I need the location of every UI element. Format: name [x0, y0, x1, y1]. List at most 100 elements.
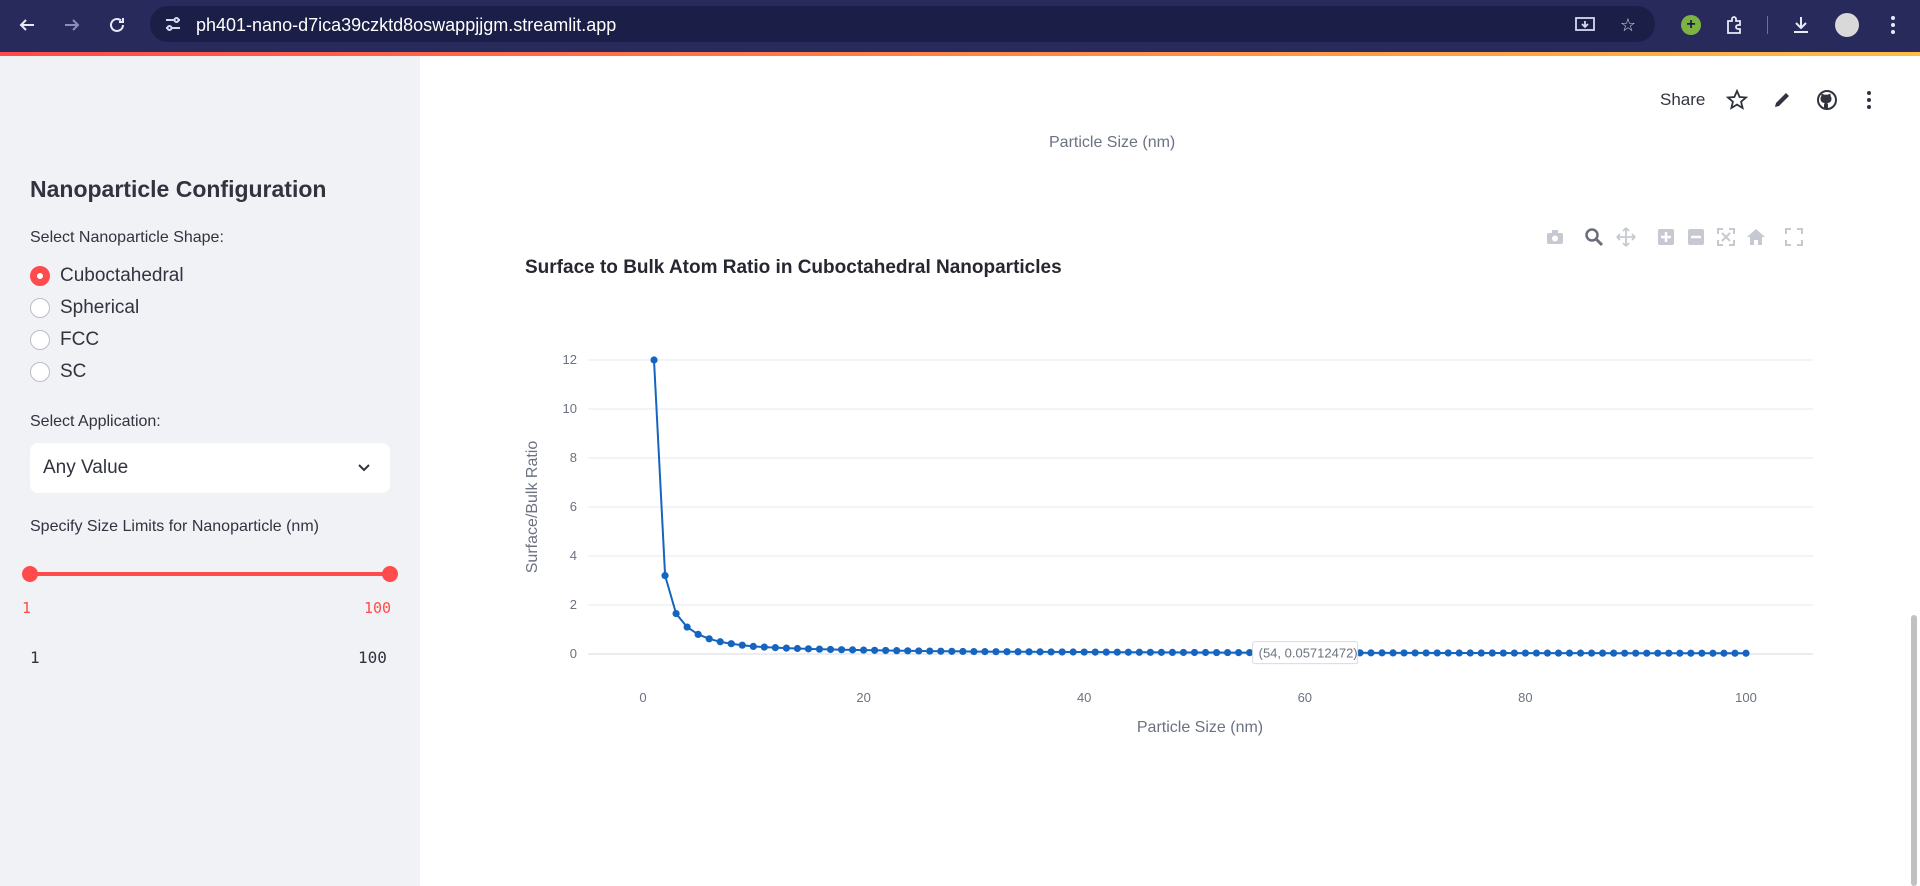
profile-avatar[interactable] — [1834, 12, 1860, 38]
data-point[interactable] — [893, 647, 901, 655]
zoom-icon[interactable] — [1584, 227, 1604, 247]
data-point[interactable] — [1201, 648, 1210, 657]
data-point[interactable] — [1698, 649, 1706, 657]
data-point[interactable] — [661, 572, 669, 580]
data-point[interactable] — [815, 645, 824, 653]
application-select[interactable]: Any Value — [30, 443, 390, 493]
reload-icon[interactable] — [104, 12, 130, 38]
data-point[interactable] — [694, 630, 702, 638]
site-settings-icon[interactable] — [164, 15, 182, 33]
reset-axes-home-icon[interactable] — [1746, 227, 1766, 247]
data-point[interactable] — [1543, 649, 1552, 657]
data-point[interactable] — [672, 609, 680, 618]
data-point[interactable] — [1455, 649, 1463, 657]
main-menu-icon[interactable] — [1866, 88, 1872, 112]
data-point[interactable] — [1477, 649, 1485, 657]
data-point[interactable] — [1720, 649, 1728, 657]
data-point[interactable] — [1433, 649, 1441, 657]
data-point[interactable] — [1687, 649, 1695, 657]
data-point[interactable] — [1378, 649, 1386, 657]
data-point[interactable] — [1599, 649, 1607, 657]
data-point[interactable] — [992, 648, 1000, 656]
data-point[interactable] — [871, 646, 879, 654]
data-point[interactable] — [1400, 649, 1408, 657]
data-point[interactable] — [771, 644, 779, 652]
data-point[interactable] — [882, 646, 890, 655]
data-point[interactable] — [937, 647, 945, 655]
data-point[interactable] — [1003, 648, 1011, 656]
autoscale-icon[interactable] — [1716, 227, 1736, 247]
download-icon[interactable] — [1788, 12, 1814, 38]
data-point[interactable] — [738, 641, 746, 649]
data-point[interactable] — [1654, 649, 1662, 657]
data-point[interactable] — [1632, 649, 1640, 657]
slider-track[interactable] — [30, 572, 390, 576]
radio-button[interactable] — [30, 266, 50, 286]
zoom-in-icon[interactable] — [1656, 227, 1676, 247]
data-point[interactable] — [826, 645, 835, 654]
data-point[interactable] — [1532, 649, 1541, 657]
data-point[interactable] — [1521, 649, 1529, 657]
data-point[interactable] — [1190, 648, 1199, 657]
data-point[interactable] — [1102, 648, 1110, 656]
data-point[interactable] — [1488, 649, 1496, 657]
kebab-menu-icon[interactable] — [1880, 12, 1906, 38]
data-point[interactable] — [1444, 649, 1452, 657]
data-point[interactable] — [1091, 648, 1099, 656]
data-point[interactable] — [904, 647, 912, 655]
page-scrollbar[interactable] — [1911, 615, 1917, 886]
address-bar[interactable]: ph401-nano-d7ica39czktd8oswappjjgm.strea… — [150, 6, 1655, 42]
data-point[interactable] — [1411, 649, 1419, 657]
camera-icon[interactable] — [1545, 227, 1565, 247]
forward-arrow-icon[interactable] — [59, 12, 85, 38]
data-point[interactable] — [1621, 649, 1629, 657]
data-point[interactable] — [837, 646, 846, 654]
radio-button[interactable] — [30, 362, 50, 382]
data-point[interactable] — [1235, 649, 1243, 657]
extension-icon[interactable]: + — [1678, 12, 1704, 38]
data-point[interactable] — [1113, 648, 1121, 656]
radio-option-cuboctahedral[interactable]: Cuboctahedral — [30, 264, 184, 288]
data-point[interactable] — [1146, 648, 1154, 656]
data-point[interactable] — [1554, 649, 1563, 657]
data-point[interactable] — [1135, 648, 1143, 656]
data-point[interactable] — [749, 642, 757, 651]
star-icon[interactable] — [1726, 88, 1748, 112]
data-point[interactable] — [793, 644, 802, 653]
data-point[interactable] — [1179, 648, 1188, 657]
fullscreen-icon[interactable] — [1784, 227, 1804, 247]
data-point[interactable] — [1069, 648, 1077, 656]
install-app-icon[interactable] — [1575, 15, 1595, 35]
data-point[interactable] — [1223, 648, 1232, 657]
data-point[interactable] — [1676, 649, 1684, 657]
data-point[interactable] — [860, 646, 868, 654]
data-point[interactable] — [1168, 648, 1177, 657]
radio-option-fcc[interactable]: FCC — [30, 328, 99, 352]
data-point[interactable] — [1587, 649, 1596, 657]
slider-max-handle[interactable] — [382, 566, 398, 582]
surface-bulk-ratio-chart[interactable]: 0 2 4 6 8 10 12 0 20 40 60 80 100 Particle Size (nm) S… — [515, 330, 1815, 750]
data-point[interactable] — [1665, 649, 1673, 657]
zoom-out-icon[interactable] — [1686, 227, 1706, 247]
data-point[interactable] — [804, 645, 813, 653]
data-point[interactable] — [1014, 648, 1022, 656]
github-icon[interactable] — [1816, 88, 1838, 112]
data-point[interactable] — [1389, 649, 1397, 657]
data-point[interactable] — [1576, 649, 1585, 657]
data-point[interactable] — [1731, 649, 1739, 657]
data-point[interactable] — [1709, 649, 1717, 657]
share-button[interactable]: Share — [1660, 88, 1705, 112]
data-point[interactable] — [716, 638, 724, 646]
radio-button[interactable] — [30, 330, 50, 350]
back-arrow-icon[interactable] — [14, 12, 40, 38]
data-point[interactable] — [959, 647, 967, 656]
puzzle-icon[interactable] — [1722, 12, 1748, 38]
data-point[interactable] — [1367, 649, 1375, 657]
radio-option-sc[interactable]: SC — [30, 360, 86, 384]
data-point[interactable] — [650, 356, 658, 364]
data-point[interactable] — [1025, 648, 1033, 656]
data-point[interactable] — [948, 647, 956, 655]
data-point[interactable] — [1742, 649, 1750, 657]
data-point[interactable] — [683, 623, 691, 631]
data-point[interactable] — [848, 646, 857, 654]
